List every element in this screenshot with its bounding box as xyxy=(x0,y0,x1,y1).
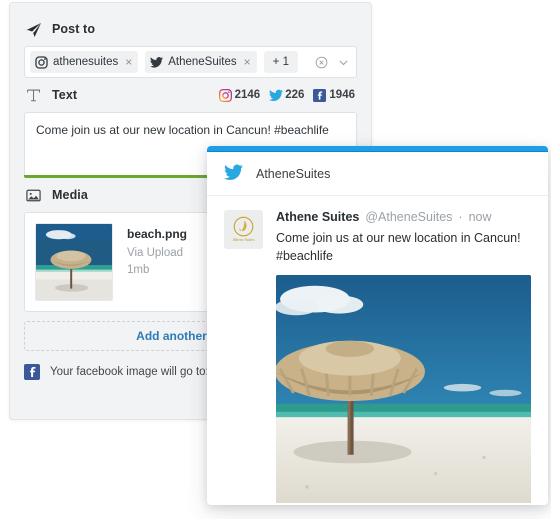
twitter-bird-icon xyxy=(224,164,243,183)
clear-circle-icon[interactable] xyxy=(315,56,328,69)
accounts-field[interactable]: athenesuites × AtheneSuites × + 1 xyxy=(24,46,357,78)
tweet-actions xyxy=(207,503,548,505)
instagram-icon xyxy=(35,55,48,69)
tweet-text: Come join us at our new location in Canc… xyxy=(276,231,521,263)
preview-card-header: AtheneSuites xyxy=(207,152,548,196)
counter-value: 226 xyxy=(285,89,305,101)
tweet-body: Athene Suites Athene Suites @AtheneSuite… xyxy=(207,196,548,503)
tweet-separator: · xyxy=(458,210,463,224)
account-chip-label: + 1 xyxy=(272,56,289,68)
chevron-down-icon[interactable] xyxy=(337,56,350,69)
twitter-bird-icon xyxy=(150,56,164,69)
tweet-handle: @AtheneSuites xyxy=(365,210,453,224)
paper-plane-icon xyxy=(24,20,43,39)
character-counters: 2146 226 1946 xyxy=(218,88,357,102)
counter-value: 2146 xyxy=(234,89,261,101)
image-icon xyxy=(24,186,43,205)
account-chip-instagram[interactable]: athenesuites × xyxy=(30,51,139,73)
account-chip-label: athenesuites xyxy=(53,56,119,68)
instagram-icon xyxy=(218,88,232,102)
post-to-label: Post to xyxy=(52,22,96,36)
text-format-icon xyxy=(24,86,43,105)
facebook-note-text: Your facebook image will go to: xyxy=(50,366,209,378)
tweet-author-line: Athene Suites @AtheneSuites · now xyxy=(276,210,531,224)
counter-facebook: 1946 xyxy=(313,88,355,102)
post-to-section-header: Post to xyxy=(10,12,371,46)
counter-instagram: 2146 xyxy=(218,88,261,102)
account-chip-twitter[interactable]: AtheneSuites × xyxy=(145,51,257,73)
media-source: Via Upload xyxy=(127,247,184,259)
remove-account-icon[interactable]: × xyxy=(125,56,132,68)
counter-twitter: 226 xyxy=(269,89,304,102)
svg-text:Athene Suites: Athene Suites xyxy=(231,237,254,242)
field-actions xyxy=(315,56,350,69)
preview-account-name: AtheneSuites xyxy=(256,166,331,181)
counter-value: 1946 xyxy=(329,89,355,101)
twitter-bird-icon xyxy=(269,89,284,102)
media-filename: beach.png xyxy=(127,227,188,241)
remove-account-icon[interactable]: × xyxy=(244,56,251,68)
media-meta: beach.png Via Upload 1mb xyxy=(113,223,187,301)
text-label: Text xyxy=(52,88,78,102)
media-label: Media xyxy=(52,188,88,202)
avatar: Athene Suites xyxy=(224,210,263,249)
text-section-header: Text 2146 226 1946 xyxy=(10,78,371,112)
account-chip-more[interactable]: + 1 xyxy=(263,51,298,73)
media-filesize: 1mb xyxy=(127,264,150,276)
twitter-preview-card: AtheneSuites Athene Suites Athene Suites… xyxy=(207,146,548,505)
facebook-icon xyxy=(24,364,40,380)
tweet-timestamp: now xyxy=(468,210,492,224)
tweet-content: Athene Suites @AtheneSuites · now Come j… xyxy=(276,210,531,503)
account-chip-label: AtheneSuites xyxy=(168,56,237,68)
beach-photo[interactable] xyxy=(276,275,531,503)
beach-photo-thumbnail[interactable] xyxy=(35,223,113,301)
tweet-display-name: Athene Suites xyxy=(276,210,360,224)
facebook-icon xyxy=(313,88,327,102)
